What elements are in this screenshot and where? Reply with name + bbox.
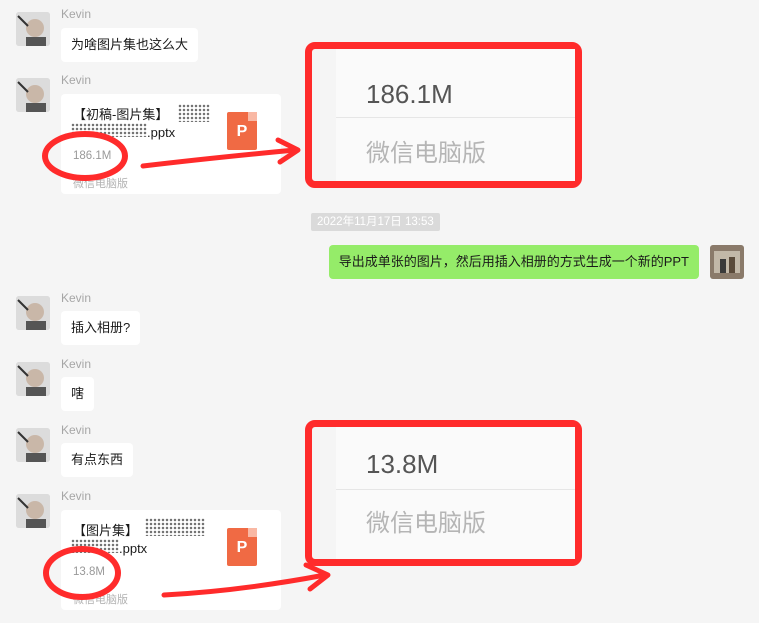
message-bubble[interactable]: 插入相册? [61, 311, 141, 345]
avatar-kevin[interactable] [16, 296, 50, 330]
avatar-kevin[interactable] [16, 78, 50, 112]
avatar-self[interactable] [710, 245, 744, 279]
zoom-callout: 186.1M 微信电脑版 [305, 42, 582, 188]
zoom-file-size: 186.1M [366, 79, 453, 109]
redaction-scribble [145, 518, 205, 536]
message-bubble[interactable]: 嗐 [61, 377, 95, 411]
annotation-circle-arrow [42, 131, 301, 181]
sender-name: Kevin [61, 489, 92, 503]
zoom-divider [336, 489, 575, 490]
avatar-kevin[interactable] [16, 12, 50, 46]
sender-name: Kevin [61, 291, 92, 305]
zoom-panel: 186.1M 微信电脑版 [336, 49, 575, 181]
file-name-line1: 【图片集】 [73, 523, 139, 538]
sender-name: Kevin [61, 73, 92, 87]
file-name: 【初稿-图片集】 [73, 106, 168, 123]
zoom-panel: 13.8M 微信电脑版 [336, 427, 575, 559]
avatar-kevin[interactable] [16, 494, 50, 528]
message-bubble[interactable]: 有点东西 [61, 443, 134, 477]
file-name: 【图片集】 [73, 522, 138, 539]
sender-name: Kevin [61, 423, 92, 437]
redaction-scribble [178, 104, 210, 122]
annotation-circle-arrow [43, 546, 331, 600]
zoom-callout: 13.8M 微信电脑版 [305, 420, 582, 566]
avatar-kevin[interactable] [16, 428, 50, 462]
zoom-file-size: 13.8M [366, 449, 439, 479]
timestamp: 2022年11月17日 13:53 [311, 213, 440, 231]
sender-name: Kevin [61, 357, 92, 371]
file-name-line1: 【初稿-图片集】 [73, 107, 169, 122]
zoom-divider [336, 117, 575, 118]
message-bubble-self[interactable]: 导出成单张的图片，然后用插入相册的方式生成一个新的PPT [328, 245, 699, 279]
zoom-file-source: 微信电脑版 [366, 510, 486, 537]
sender-name: Kevin [61, 7, 92, 21]
zoom-file-source: 微信电脑版 [366, 140, 486, 167]
avatar-kevin[interactable] [16, 362, 50, 396]
message-bubble[interactable]: 为啥图片集也这么大 [61, 28, 199, 62]
